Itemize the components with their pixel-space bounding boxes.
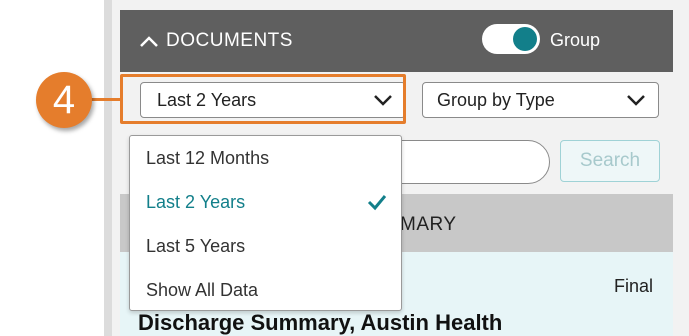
chevron-up-icon [140,36,158,47]
documents-title: DOCUMENTS [166,30,293,51]
option-label: Last 5 Years [146,235,246,256]
option-label: Show All Data [146,279,259,300]
date-range-dropdown: Last 12 Months Last 2 Years Last 5 Years… [129,135,402,311]
dropdown-option-last-12-months[interactable]: Last 12 Months [130,136,401,180]
collapse-documents-button[interactable]: DOCUMENTS [138,28,293,54]
document-status: Final [613,276,653,296]
chevron-down-icon [627,95,645,106]
dropdown-option-show-all-data[interactable]: Show All Data [130,268,401,312]
toggle-knob [513,27,537,51]
documents-header: DOCUMENTS Group [120,10,673,72]
checkmark-icon [367,195,387,211]
search-button[interactable]: Search [560,140,660,182]
option-label: Last 2 Years [146,191,246,212]
step-number-badge: 4 [36,72,92,128]
option-label: Last 12 Months [146,147,270,168]
annotation-connector-line [88,98,122,101]
step-number: 4 [52,77,76,122]
group-by-value: Group by Type [437,89,555,110]
group-by-select[interactable]: Group by Type [422,82,659,118]
group-toggle[interactable] [482,24,540,54]
dropdown-option-last-2-years[interactable]: Last 2 Years [130,180,401,224]
section-header-label: MARY [400,214,457,235]
document-title: Discharge Summary, Austin Health [138,310,503,335]
annotation-highlight-box [120,74,406,124]
group-toggle-label: Group [550,30,601,50]
dropdown-option-last-5-years[interactable]: Last 5 Years [130,224,401,268]
